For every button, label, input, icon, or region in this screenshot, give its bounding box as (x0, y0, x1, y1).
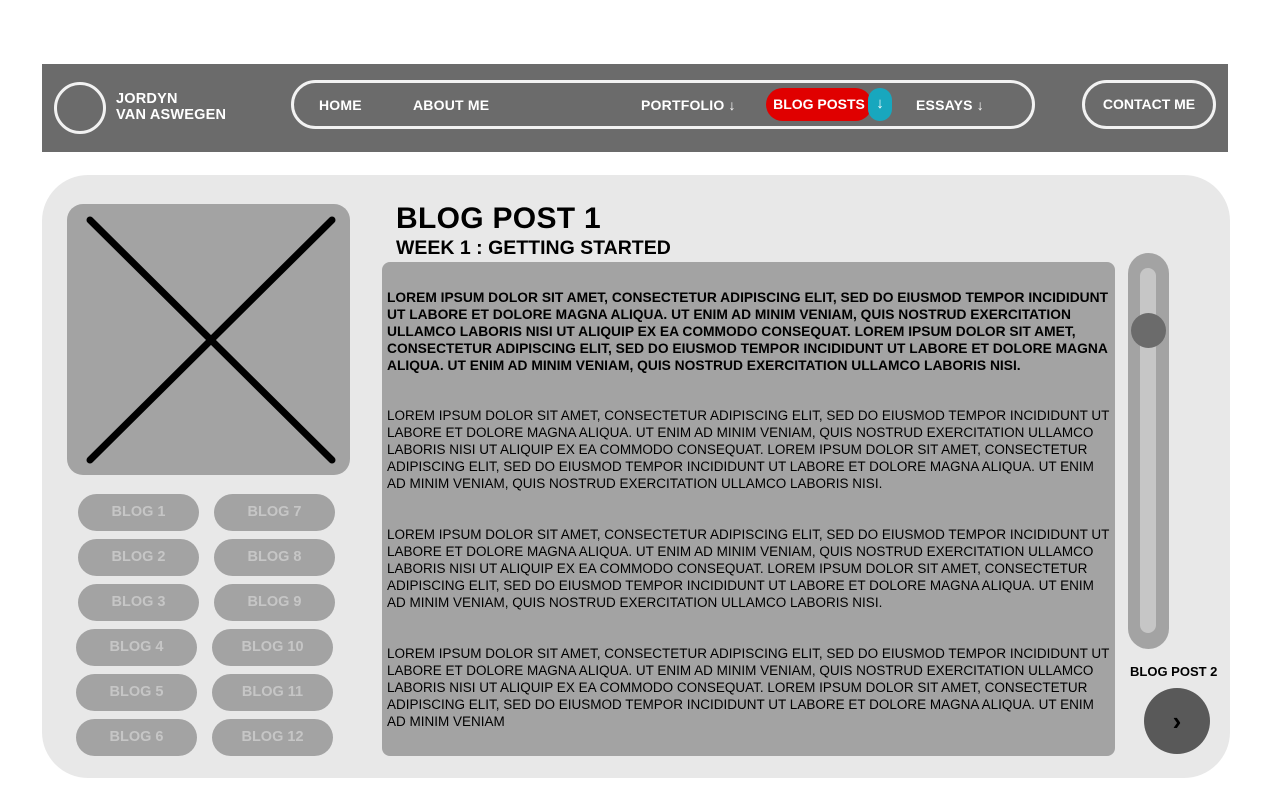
blog-4-button[interactable]: BLOG 4 (76, 629, 197, 666)
top-navbar: JORDYN VAN ASWEGEN HOME ABOUT ME PORTFOL… (42, 64, 1228, 152)
blog-3-button[interactable]: BLOG 3 (78, 584, 199, 621)
nav-essays-dropdown[interactable]: ESSAYS ↓ (916, 97, 984, 113)
post-subtitle: WEEK 1 : GETTING STARTED (396, 237, 671, 259)
post-title: BLOG POST 1 (396, 202, 601, 235)
logo-circle-icon[interactable] (54, 82, 106, 134)
blog-6-button[interactable]: BLOG 6 (76, 719, 197, 756)
blog-posts-dropdown-arrow-icon[interactable]: ↓ (868, 88, 892, 121)
scrollbar-thumb[interactable] (1131, 313, 1166, 348)
next-post-button[interactable]: › (1144, 688, 1210, 754)
blog-5-button[interactable]: BLOG 5 (76, 674, 197, 711)
contact-me-button[interactable]: CONTACT ME (1082, 80, 1216, 129)
blog-10-button[interactable]: BLOG 10 (212, 629, 333, 666)
brand-first-name: JORDYN (116, 91, 178, 107)
image-placeholder-icon (67, 204, 350, 475)
post-paragraph-2: LOREM IPSUM DOLOR SIT AMET, CONSECTETUR … (387, 408, 1110, 491)
chevron-right-icon: › (1172, 706, 1182, 736)
next-post-label: BLOG POST 2 (1130, 664, 1218, 679)
blog-8-button[interactable]: BLOG 8 (214, 539, 335, 576)
brand-name[interactable]: JORDYN VAN ASWEGEN (116, 91, 226, 123)
blog-2-button[interactable]: BLOG 2 (78, 539, 199, 576)
brand-last-name: VAN ASWEGEN (116, 107, 227, 123)
nav-home-link[interactable]: HOME (319, 97, 362, 113)
post-content-panel: LOREM IPSUM DOLOR SIT AMET, CONSECTETUR … (382, 262, 1115, 756)
blog-1-button[interactable]: BLOG 1 (78, 494, 199, 531)
post-paragraph-4: LOREM IPSUM DOLOR SIT AMET, CONSECTETUR … (387, 646, 1110, 729)
blog-7-button[interactable]: BLOG 7 (214, 494, 335, 531)
placeholder-cross-icon (86, 216, 336, 464)
nav-about-link[interactable]: ABOUT ME (413, 97, 489, 113)
nav-portfolio-dropdown[interactable]: PORTFOLIO ↓ (641, 97, 736, 113)
post-paragraph-3: LOREM IPSUM DOLOR SIT AMET, CONSECTETUR … (387, 527, 1110, 610)
post-paragraph-1: LOREM IPSUM DOLOR SIT AMET, CONSECTETUR … (387, 290, 1109, 373)
blog-12-button[interactable]: BLOG 12 (212, 719, 333, 756)
blog-9-button[interactable]: BLOG 9 (214, 584, 335, 621)
blog-11-button[interactable]: BLOG 11 (212, 674, 333, 711)
nav-blog-posts-active[interactable]: BLOG POSTS (766, 88, 872, 121)
